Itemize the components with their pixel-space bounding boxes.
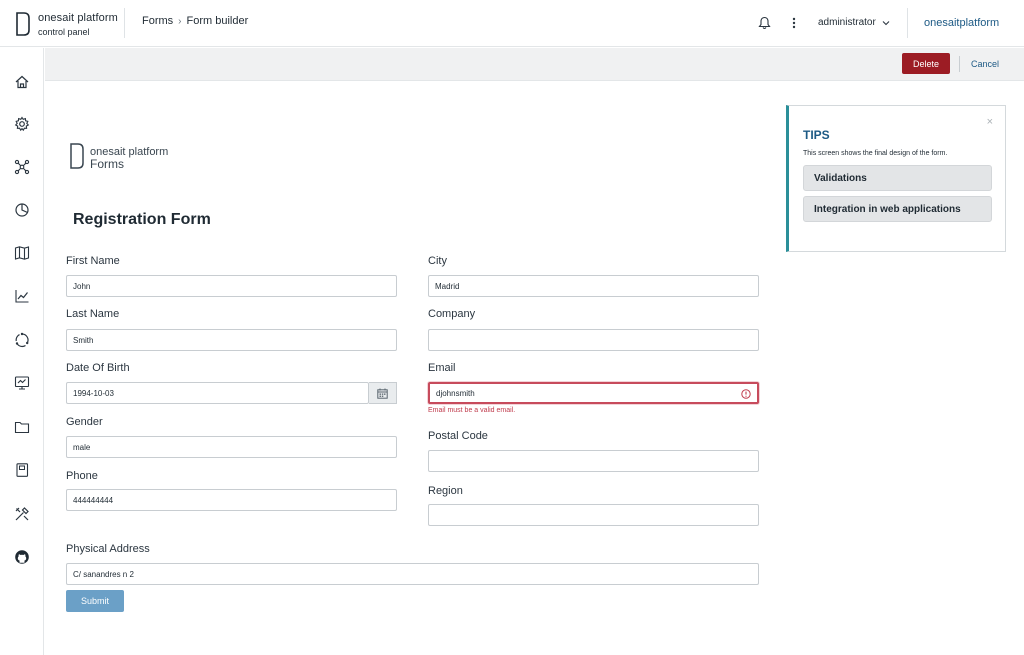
- sidebar-item-monitoring[interactable]: [13, 374, 31, 392]
- first-name-label: First Name: [66, 255, 120, 267]
- delete-button[interactable]: Delete: [902, 53, 950, 74]
- sidebar-item-dashboards[interactable]: [13, 201, 31, 219]
- sidebar-item-files[interactable]: [13, 418, 31, 436]
- user-name: administrator: [818, 17, 876, 28]
- postal-code-label: Postal Code: [428, 430, 488, 442]
- network-icon: [14, 159, 30, 175]
- gender-input[interactable]: male: [66, 436, 397, 458]
- address-input[interactable]: C/ sanandres n 2: [66, 563, 759, 585]
- sidebar-item-flows[interactable]: [13, 331, 31, 349]
- bell-icon[interactable]: [758, 16, 771, 30]
- monitor-icon: [14, 376, 30, 390]
- email-value: djohnsmith: [436, 388, 475, 398]
- address-label: Physical Address: [66, 543, 150, 555]
- sidebar-item-tools[interactable]: [13, 505, 31, 523]
- header-divider: [907, 8, 908, 38]
- gear-icon: [14, 116, 30, 132]
- app-subtitle: control panel: [38, 27, 90, 37]
- breadcrumb: Forms › Form builder: [142, 15, 248, 27]
- book-icon: [16, 463, 29, 477]
- sidebar-item-analytics[interactable]: [13, 287, 31, 305]
- forms-logo-sub: Forms: [90, 157, 124, 171]
- sidebar: [0, 48, 44, 655]
- map-icon: [14, 246, 30, 260]
- close-icon[interactable]: ×: [987, 116, 993, 128]
- email-label: Email: [428, 362, 456, 374]
- sidebar-item-network[interactable]: [13, 158, 31, 176]
- validations-button[interactable]: Validations: [803, 165, 992, 191]
- app-name: onesait platform: [38, 12, 118, 24]
- last-name-input[interactable]: Smith: [66, 329, 397, 351]
- submit-button[interactable]: Submit: [66, 590, 124, 612]
- calendar-icon: [377, 388, 388, 399]
- region-input[interactable]: [428, 504, 759, 526]
- phone-label: Phone: [66, 470, 98, 482]
- action-bar: Delete Cancel: [45, 48, 1024, 81]
- brand-link[interactable]: onesaitplatform: [924, 17, 999, 29]
- integration-button[interactable]: Integration in web applications: [803, 196, 992, 222]
- user-menu[interactable]: administrator: [818, 17, 890, 28]
- form-title: Registration Form: [73, 211, 211, 228]
- pie-chart-icon: [15, 203, 29, 217]
- cycle-icon: [15, 332, 29, 348]
- region-label: Region: [428, 485, 463, 497]
- cancel-button[interactable]: Cancel: [971, 53, 999, 74]
- breadcrumb-form-builder: Form builder: [186, 15, 249, 27]
- company-input[interactable]: [428, 329, 759, 351]
- sidebar-item-settings[interactable]: [13, 115, 31, 133]
- company-label: Company: [428, 308, 476, 320]
- line-chart-icon: [15, 290, 29, 303]
- action-divider: [959, 56, 960, 72]
- phone-input[interactable]: 444444444: [66, 489, 397, 511]
- app-logo[interactable]: onesait platform control panel: [38, 12, 118, 38]
- tips-text: This screen shows the final design of th…: [803, 150, 948, 157]
- city-input[interactable]: Madrid: [428, 275, 759, 297]
- tools-icon: [15, 507, 29, 521]
- error-icon: [741, 389, 751, 399]
- email-input[interactable]: djohnsmith: [428, 382, 759, 404]
- folder-icon: [14, 421, 30, 434]
- top-header: onesait platform control panel Forms › F…: [0, 0, 1024, 47]
- city-label: City: [428, 255, 447, 267]
- onesait-forms-logo-icon: [70, 143, 84, 169]
- chevron-down-icon: [882, 20, 890, 25]
- calendar-button[interactable]: [369, 382, 397, 404]
- tips-panel: × TIPS This screen shows the final desig…: [786, 105, 1006, 252]
- tips-title: TIPS: [803, 128, 830, 142]
- sidebar-item-github[interactable]: [13, 548, 31, 566]
- more-vertical-icon[interactable]: [792, 16, 796, 30]
- onesait-logo-icon: [16, 12, 30, 36]
- first-name-input[interactable]: John: [66, 275, 397, 297]
- postal-code-input[interactable]: [428, 450, 759, 472]
- breadcrumb-separator: ›: [178, 15, 182, 27]
- email-error-message: Email must be a valid email.: [428, 407, 516, 414]
- breadcrumb-forms[interactable]: Forms: [142, 15, 173, 27]
- sidebar-item-docs[interactable]: [13, 461, 31, 479]
- last-name-label: Last Name: [66, 308, 120, 320]
- home-icon: [15, 75, 29, 89]
- header-divider: [124, 8, 125, 38]
- gender-label: Gender: [66, 416, 103, 428]
- sidebar-item-maps[interactable]: [13, 244, 31, 262]
- dob-label: Date Of Birth: [66, 362, 130, 374]
- sidebar-item-home[interactable]: [13, 73, 31, 91]
- dob-input[interactable]: 1994-10-03: [66, 382, 369, 404]
- github-icon: [15, 550, 29, 564]
